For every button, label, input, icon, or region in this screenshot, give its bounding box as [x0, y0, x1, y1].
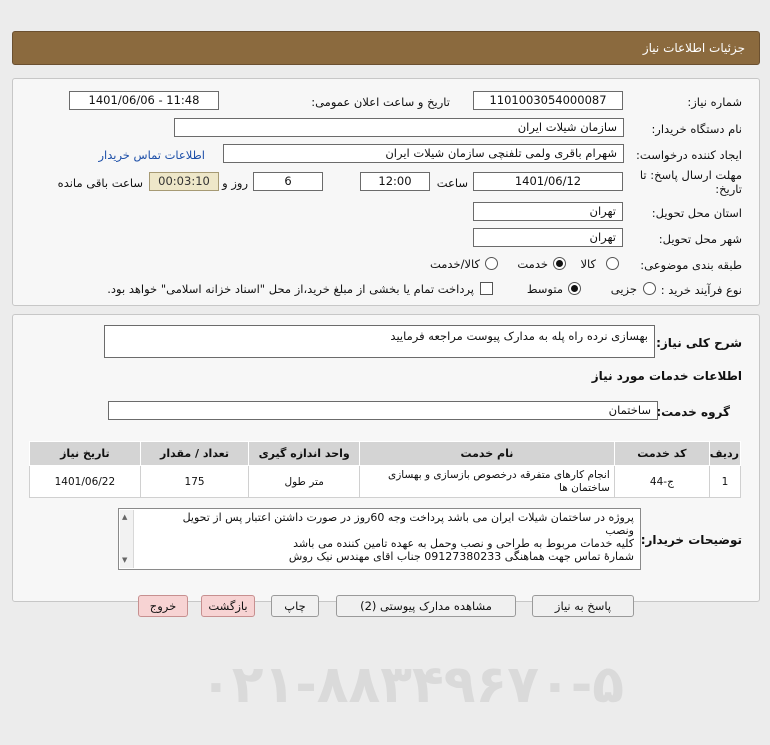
buyer-org-label: نام دستگاه خریدار:	[651, 122, 742, 136]
col-header-row-number: ردیف	[709, 441, 741, 466]
province-label: استان محل تحویل:	[651, 206, 742, 220]
city-label: شهر محل تحویل:	[658, 232, 742, 246]
cell-need-date: 1401/06/22	[29, 465, 141, 498]
process-option-minor: جزیی	[610, 282, 637, 296]
deadline-time-label: ساعت	[436, 176, 468, 190]
view-attachments-button[interactable]: مشاهده مدارک پیوستی (2)	[336, 595, 516, 617]
print-button[interactable]: چاپ	[271, 595, 319, 617]
services-table-wrapper: ردیف کد خدمت نام خدمت واحد اندازه گیری ت…	[29, 441, 741, 498]
services-table: ردیف کد خدمت نام خدمت واحد اندازه گیری ت…	[29, 441, 741, 498]
buyer-notes-label: توضیحات خریدار:	[640, 533, 742, 547]
service-group-label: گروه خدمت:	[656, 405, 730, 419]
buyer-org-field: سازمان شیلات ایران	[174, 118, 624, 137]
need-number-label: شماره نیاز:	[687, 95, 742, 109]
deadline-label-date: تاریخ:	[715, 182, 742, 196]
buyer-contact-link[interactable]: اطلاعات تماس خریدار	[98, 148, 205, 162]
cell-row-number: 1	[709, 465, 741, 498]
category-option-service: خدمت	[517, 257, 548, 271]
description-label: شرح کلی نیاز:	[656, 336, 742, 350]
col-header-need-date: تاریخ نیاز	[29, 441, 141, 466]
buyer-notes-line: شمارۀ تماس جهت هماهنگی 09127380233 جناب …	[288, 550, 634, 563]
category-radio-goods-service[interactable]	[485, 257, 498, 270]
buyer-notes-line: کلیه خدمات مربوط به طراحی و نصب وحمل به …	[293, 537, 634, 550]
buyer-notes-field: ▲ ▼ پروژه در ساختمان شیلات ایران می باشد…	[118, 508, 641, 570]
process-radio-medium[interactable]	[568, 282, 581, 295]
remaining-time-label: ساعت باقی مانده	[57, 176, 143, 190]
services-section-title: اطلاعات خدمات مورد نیاز	[591, 369, 742, 383]
category-radio-service[interactable]	[553, 257, 566, 270]
col-header-unit: واحد اندازه گیری	[248, 441, 361, 466]
deadline-label: مهلت ارسال پاسخ: تا	[639, 168, 742, 182]
reply-button[interactable]: پاسخ به نیاز	[532, 595, 634, 617]
cell-unit: متر طول	[248, 465, 361, 498]
col-header-quantity: تعداد / مقدار	[139, 441, 250, 466]
back-button[interactable]: بازگشت	[201, 595, 255, 617]
process-option-medium: متوسط	[526, 282, 563, 296]
category-label: طبقه بندی موضوعی:	[640, 258, 742, 272]
category-radio-goods[interactable]	[606, 257, 619, 270]
notes-scrollbar[interactable]: ▲ ▼	[120, 510, 134, 568]
watermark-phone: ۰۲۱-۸۸۳۴۹۶۷۰-۵	[200, 655, 625, 715]
cell-service-code: ج-44	[613, 465, 711, 498]
process-radio-minor[interactable]	[643, 282, 656, 295]
table-row: 1 ج-44 انجام کارهای متفرقه درخصوص بازساز…	[29, 465, 741, 498]
scroll-up-icon[interactable]: ▲	[122, 511, 127, 524]
remaining-time-field: 00:03:10	[149, 172, 219, 191]
requester-field: شهرام باقری ولمی تلفنچی سازمان شیلات ایر…	[223, 144, 624, 163]
scroll-down-icon[interactable]: ▼	[122, 554, 127, 567]
province-field: تهران	[473, 202, 623, 221]
description-field: بهسازی نرده راه پله به مدارک پیوست مراجع…	[104, 325, 655, 358]
days-label: روز و	[222, 176, 248, 190]
cell-service-name: انجام کارهای متفرقه درخصوص بازسازی و بهس…	[359, 465, 615, 498]
days-remaining-field: 6	[253, 172, 323, 191]
treasury-note: پرداخت تمام یا بخشی از مبلغ خرید،از محل …	[107, 282, 474, 296]
table-header-row: ردیف کد خدمت نام خدمت واحد اندازه گیری ت…	[29, 441, 741, 466]
page-title: جزئیات اطلاعات نیاز	[642, 41, 745, 55]
announce-date-label: تاریخ و ساعت اعلان عمومی:	[311, 95, 450, 109]
exit-button[interactable]: خروج	[138, 595, 188, 617]
city-field: تهران	[473, 228, 623, 247]
col-header-service-name: نام خدمت	[359, 441, 615, 466]
treasury-checkbox[interactable]	[480, 282, 493, 295]
category-option-goods-service: کالا/خدمت	[429, 257, 480, 271]
page-header: جزئیات اطلاعات نیاز	[12, 31, 760, 65]
deadline-date-field: 1401/06/12	[473, 172, 623, 191]
need-number-field: 1101003054000087	[473, 91, 623, 110]
category-option-goods: کالا	[580, 257, 596, 271]
buyer-notes-line: پروژه در ساختمان شیلات ایران می باشد پرد…	[182, 511, 634, 524]
buyer-notes-line: ونصب	[605, 524, 634, 537]
col-header-service-code: کد خدمت	[613, 441, 711, 466]
cell-quantity: 175	[139, 465, 250, 498]
announce-date-field: 1401/06/06 - 11:48	[69, 91, 219, 110]
process-label: نوع فرآیند خرید :	[660, 283, 742, 297]
requester-label: ایجاد کننده درخواست:	[636, 148, 742, 162]
deadline-time-field: 12:00	[360, 172, 430, 191]
service-group-field: ساختمان	[108, 401, 658, 420]
